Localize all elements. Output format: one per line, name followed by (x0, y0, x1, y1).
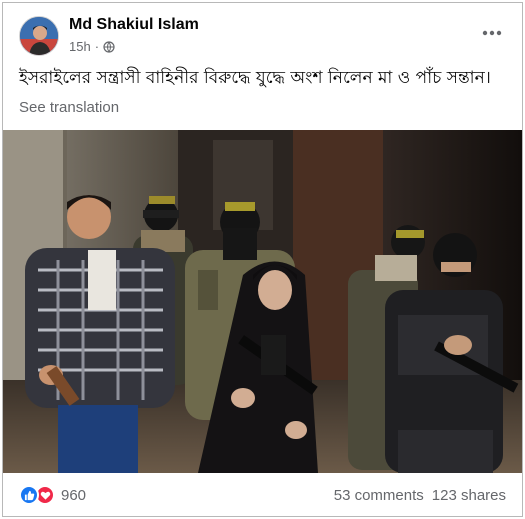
like-icon (19, 485, 39, 505)
shares-count[interactable]: 123 shares (432, 487, 506, 504)
more-options-button[interactable] (480, 21, 504, 45)
avatar-image (20, 17, 58, 55)
post-footer: 960 53 comments 123 shares (3, 475, 522, 515)
more-horizontal-icon (482, 30, 502, 36)
post-stats: 53 comments 123 shares (334, 487, 506, 504)
avatar[interactable] (19, 16, 59, 56)
photo-image (3, 130, 522, 473)
author-name[interactable]: Md Shakiul Islam (69, 16, 199, 34)
post-header: Md Shakiul Islam 15h · (3, 3, 522, 63)
post-caption: ইসরাইলের সন্ত্রাসী বাহিনীর বিরুদ্ধে যুদ্… (19, 68, 491, 88)
post-meta: 15h · (69, 39, 115, 54)
meta-separator: · (94, 39, 100, 54)
reaction-count: 960 (61, 486, 87, 504)
comments-count[interactable]: 53 comments (334, 487, 424, 504)
post-time[interactable]: 15h (69, 39, 91, 54)
reactions-summary[interactable]: 960 (19, 485, 86, 505)
see-translation-link[interactable]: See translation (19, 99, 119, 116)
globe-icon[interactable] (103, 40, 115, 53)
post-photo[interactable] (3, 130, 522, 473)
post-card: Md Shakiul Islam 15h · ইসরাইলের সন্ত্রাস… (2, 2, 523, 517)
